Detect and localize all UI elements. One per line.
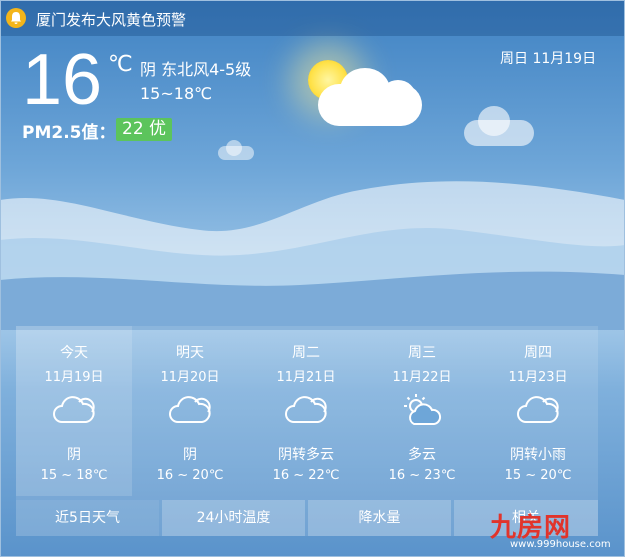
widget-border — [0, 0, 625, 557]
